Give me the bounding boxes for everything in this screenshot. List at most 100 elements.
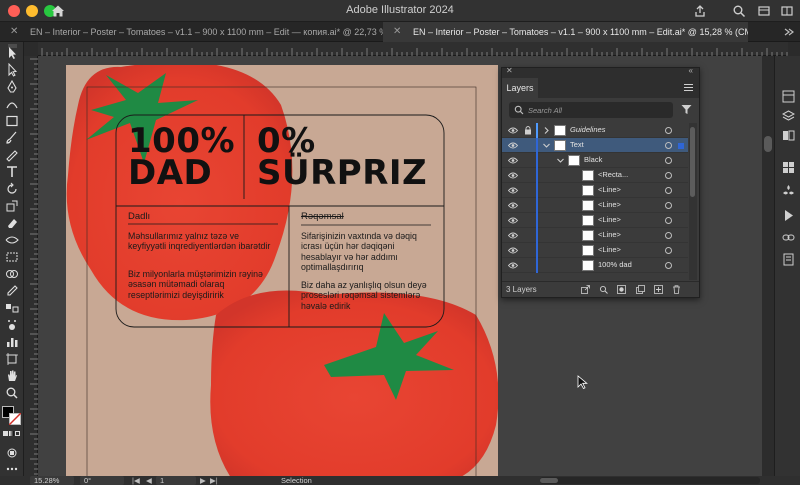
properties-panel-icon[interactable]: [782, 90, 795, 103]
hand-tool-icon[interactable]: [4, 369, 20, 383]
layer-target-icon[interactable]: [665, 172, 672, 179]
delete-layer-icon[interactable]: [672, 285, 681, 294]
layer-name[interactable]: <Line>: [598, 245, 621, 254]
layers-scrollbar[interactable]: [689, 123, 697, 280]
document-tab-active[interactable]: ✕ EN – Interior – Poster – Tomatoes – v1…: [383, 22, 748, 42]
layers-search-input[interactable]: [528, 102, 668, 118]
artboard-number-field[interactable]: 1: [156, 476, 196, 485]
layer-target-icon[interactable]: [665, 142, 672, 149]
rotate-tool-icon[interactable]: [4, 182, 20, 196]
width-tool-icon[interactable]: [4, 233, 20, 247]
draw-mode-icon[interactable]: [4, 446, 20, 460]
visibility-eye-icon[interactable]: [508, 216, 518, 225]
layer-target-icon[interactable]: [665, 127, 672, 134]
links-panel-icon[interactable]: [782, 231, 795, 244]
layer-name[interactable]: 100% dad: [598, 260, 632, 269]
layer-row[interactable]: Text: [502, 138, 688, 153]
zoom-tool-icon[interactable]: [4, 386, 20, 400]
visibility-eye-icon[interactable]: [508, 141, 518, 150]
tabs-overflow-icon[interactable]: [784, 28, 794, 36]
lock-toggle-slot[interactable]: [524, 185, 532, 195]
stroke-swatch[interactable]: [9, 413, 21, 425]
layer-target-icon[interactable]: [665, 247, 672, 254]
search-help-icon[interactable]: [732, 4, 746, 18]
layer-name[interactable]: Text: [570, 140, 584, 149]
layer-name[interactable]: <Recta...: [598, 170, 628, 179]
artboard-tool-icon[interactable]: [4, 352, 20, 366]
document-info-icon[interactable]: [782, 253, 795, 266]
direct-selection-tool-icon[interactable]: [4, 63, 20, 77]
workspace-switcher-icon[interactable]: [780, 4, 794, 18]
locate-object-icon[interactable]: [599, 285, 608, 294]
layers-scrollbar-thumb[interactable]: [690, 127, 695, 197]
blend-tool-icon[interactable]: [4, 301, 20, 315]
visibility-eye-icon[interactable]: [508, 126, 518, 135]
layer-name[interactable]: <Line>: [598, 230, 621, 239]
lock-toggle-slot[interactable]: [524, 170, 532, 180]
layer-name[interactable]: Black: [584, 155, 602, 164]
visibility-eye-icon[interactable]: [508, 156, 518, 165]
lock-toggle-slot[interactable]: [524, 155, 532, 165]
lock-toggle-slot[interactable]: [524, 245, 532, 255]
layer-row[interactable]: 100% dad: [502, 258, 688, 273]
tab-layers[interactable]: Layers: [502, 78, 538, 98]
actions-panel-icon[interactable]: [782, 209, 795, 222]
clipping-mask-icon[interactable]: [617, 285, 626, 294]
selection-indicator[interactable]: [678, 143, 684, 149]
symbols-panel-icon[interactable]: [782, 184, 795, 197]
layer-name[interactable]: <Line>: [598, 185, 621, 194]
chevron-right-icon[interactable]: [542, 126, 551, 135]
visibility-eye-icon[interactable]: [508, 246, 518, 255]
type-tool-icon[interactable]: [4, 165, 20, 179]
visibility-eye-icon[interactable]: [508, 201, 518, 210]
column-graph-tool-icon[interactable]: [4, 335, 20, 349]
close-tab-icon[interactable]: ✕: [10, 22, 18, 42]
visibility-eye-icon[interactable]: [508, 186, 518, 195]
libraries-panel-icon[interactable]: [782, 129, 795, 142]
layer-row[interactable]: Black: [502, 153, 688, 168]
horizontal-scrollbar-thumb[interactable]: [540, 478, 558, 483]
layer-row[interactable]: <Recta...: [502, 168, 688, 183]
eyedropper-tool-icon[interactable]: [4, 284, 20, 298]
asset-export-icon[interactable]: [782, 161, 795, 174]
selection-tool-icon[interactable]: [4, 46, 20, 60]
zoom-level-field[interactable]: 15.28%: [30, 476, 74, 485]
layer-target-icon[interactable]: [665, 232, 672, 239]
chevron-down-icon[interactable]: [556, 156, 565, 165]
filter-icon[interactable]: [681, 104, 692, 115]
current-tool-status[interactable]: Selection: [281, 476, 341, 485]
rectangle-tool-icon[interactable]: [4, 114, 20, 128]
share-icon[interactable]: [693, 4, 707, 18]
none-mode-button[interactable]: [15, 431, 20, 436]
paintbrush-tool-icon[interactable]: [4, 131, 20, 145]
layer-row[interactable]: <Line>: [502, 213, 688, 228]
layer-target-icon[interactable]: [665, 157, 672, 164]
panel-close-icon[interactable]: ✕: [506, 66, 513, 75]
layer-target-icon[interactable]: [665, 217, 672, 224]
canvas-horizontal-scrollbar[interactable]: [540, 477, 760, 484]
lock-icon[interactable]: [524, 125, 532, 135]
free-transform-tool-icon[interactable]: [4, 250, 20, 264]
panel-menu-icon[interactable]: [684, 83, 693, 92]
last-artboard-icon[interactable]: ▶|: [210, 476, 218, 485]
layer-name[interactable]: <Line>: [598, 200, 621, 209]
new-sublayer-icon[interactable]: [636, 285, 645, 294]
layers-panel-header[interactable]: ✕ «: [502, 66, 699, 78]
layer-target-icon[interactable]: [665, 202, 672, 209]
shape-builder-tool-icon[interactable]: [4, 267, 20, 281]
layer-row[interactable]: <Line>: [502, 243, 688, 258]
gradient-mode-button[interactable]: [9, 431, 14, 436]
eraser-tool-icon[interactable]: [4, 216, 20, 230]
lock-toggle-slot[interactable]: [524, 200, 532, 210]
visibility-eye-icon[interactable]: [508, 261, 518, 270]
arrange-documents-icon[interactable]: [757, 4, 771, 18]
artboard[interactable]: 100% DAD 0% SÜRPRIZ Dadlı Rəqəmsal Məhsu…: [66, 65, 498, 476]
visibility-eye-icon[interactable]: [508, 231, 518, 240]
layer-target-icon[interactable]: [665, 262, 672, 269]
fill-stroke-swatches[interactable]: [2, 406, 22, 426]
scrollbar-thumb[interactable]: [764, 136, 772, 152]
lock-toggle-slot[interactable]: [524, 260, 532, 270]
rotate-view-field[interactable]: 0°: [80, 476, 124, 485]
next-artboard-icon[interactable]: ▶: [200, 476, 206, 485]
layer-target-icon[interactable]: [665, 187, 672, 194]
